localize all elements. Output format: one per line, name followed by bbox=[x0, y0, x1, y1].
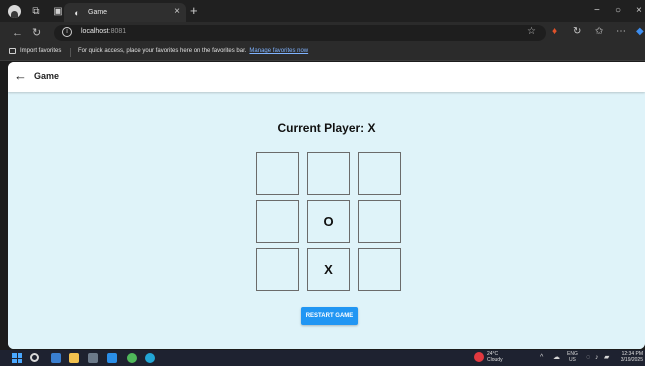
browser-tab-bar: ⧉ ▣ ◐ Game × + − ○ × bbox=[0, 0, 645, 22]
board-cell[interactable] bbox=[358, 152, 401, 195]
url-text: localhost:8081 bbox=[81, 28, 126, 35]
current-player-label: Current Player: X bbox=[277, 121, 376, 135]
app-header: ← Game bbox=[8, 62, 645, 92]
favorites-icon[interactable]: ✩ bbox=[595, 26, 603, 38]
game-content: Current Player: X O X RESTART GAME bbox=[8, 92, 645, 349]
taskbar: 24°C Cloudy ^ ☁ ENG US ◌ ♪ ▰ 12:34 PM 3/19/… bbox=[0, 350, 645, 366]
close-window-button[interactable]: × bbox=[636, 3, 642, 19]
info-icon[interactable]: i bbox=[62, 27, 72, 37]
import-favorites-button[interactable]: Import favorites bbox=[9, 48, 61, 54]
refresh-extension-icon[interactable]: ↻ bbox=[573, 26, 581, 38]
tab-favicon-icon: ◐ bbox=[74, 7, 80, 18]
address-bar[interactable]: i localhost:8081 ☆ bbox=[54, 25, 546, 41]
file-explorer-icon[interactable] bbox=[69, 353, 79, 363]
favorites-divider bbox=[70, 48, 71, 57]
url-host: localhost bbox=[81, 28, 109, 35]
favorites-message: For quick access, place your favorites h… bbox=[78, 48, 308, 54]
tab-title: Game bbox=[88, 9, 108, 16]
board-cell[interactable] bbox=[256, 200, 299, 243]
url-port: :8081 bbox=[108, 28, 127, 35]
language-indicator[interactable]: ENG US bbox=[567, 351, 578, 363]
favorites-message-text: For quick access, place your favorites h… bbox=[78, 48, 247, 54]
game-board: O X bbox=[256, 152, 403, 295]
copilot-icon[interactable]: ◆ bbox=[636, 26, 644, 38]
board-cell[interactable] bbox=[307, 152, 350, 195]
board-cell[interactable] bbox=[256, 152, 299, 195]
volume-icon[interactable]: ♪ bbox=[595, 353, 599, 362]
maximize-button[interactable]: ○ bbox=[615, 3, 621, 19]
tray-chevron-icon[interactable]: ^ bbox=[540, 353, 543, 362]
tab-close-icon[interactable]: × bbox=[174, 6, 180, 18]
clock[interactable]: 12:34 PM 3/19/2025 bbox=[613, 351, 643, 363]
browser-tab[interactable]: ◐ Game × bbox=[64, 3, 186, 22]
new-tab-button[interactable]: + bbox=[190, 3, 198, 19]
battery-icon[interactable]: ▰ bbox=[604, 353, 609, 362]
back-nav-icon[interactable]: ← bbox=[12, 26, 23, 40]
board-cell[interactable]: O bbox=[307, 200, 350, 243]
weather-readout: 24°C Cloudy bbox=[487, 351, 503, 363]
search-icon[interactable] bbox=[30, 353, 39, 362]
task-view-icon[interactable] bbox=[51, 353, 61, 363]
lang-bottom: US bbox=[568, 357, 576, 363]
board-cell[interactable] bbox=[358, 248, 401, 291]
terminal-icon[interactable] bbox=[88, 353, 98, 363]
restart-game-button[interactable]: RESTART GAME bbox=[301, 307, 358, 325]
address-row: ← ↻ i localhost:8081 ☆ bbox=[0, 22, 645, 44]
clock-date: 3/19/2025 bbox=[620, 357, 643, 363]
chrome-icon[interactable] bbox=[127, 353, 137, 363]
refresh-icon[interactable]: ↻ bbox=[32, 26, 41, 40]
import-favorites-label: Import favorites bbox=[20, 48, 62, 54]
weather-icon[interactable] bbox=[474, 352, 484, 362]
favorite-star-icon[interactable]: ☆ bbox=[527, 26, 536, 37]
vscode-icon[interactable] bbox=[107, 353, 117, 363]
extension-icon[interactable]: ♦ bbox=[552, 26, 557, 38]
app-viewport: ← Game Current Player: X O X RESTART GAM… bbox=[8, 62, 645, 349]
favorites-bar: Import favorites For quick access, place… bbox=[0, 44, 645, 61]
edge-icon[interactable] bbox=[145, 353, 155, 363]
back-arrow-icon[interactable]: ← bbox=[14, 68, 27, 84]
board-cell[interactable]: X bbox=[307, 248, 350, 291]
minimize-button[interactable]: − bbox=[594, 3, 600, 19]
board-cell[interactable] bbox=[358, 200, 401, 243]
page-title: Game bbox=[34, 71, 60, 81]
wifi-icon[interactable]: ◌ bbox=[586, 353, 590, 362]
network-icon[interactable]: ☁ bbox=[553, 353, 560, 362]
board-cell[interactable] bbox=[256, 248, 299, 291]
manage-favorites-link[interactable]: Manage favorites now bbox=[249, 48, 308, 54]
more-icon[interactable]: ⋯ bbox=[616, 26, 626, 38]
weather-desc: Cloudy bbox=[487, 357, 503, 363]
import-icon bbox=[9, 48, 16, 54]
tabs-icon[interactable]: ▣ bbox=[51, 4, 65, 18]
windows-start-icon[interactable] bbox=[12, 353, 22, 363]
profile-icon[interactable] bbox=[8, 4, 21, 18]
workspaces-icon[interactable]: ⧉ bbox=[29, 4, 43, 18]
